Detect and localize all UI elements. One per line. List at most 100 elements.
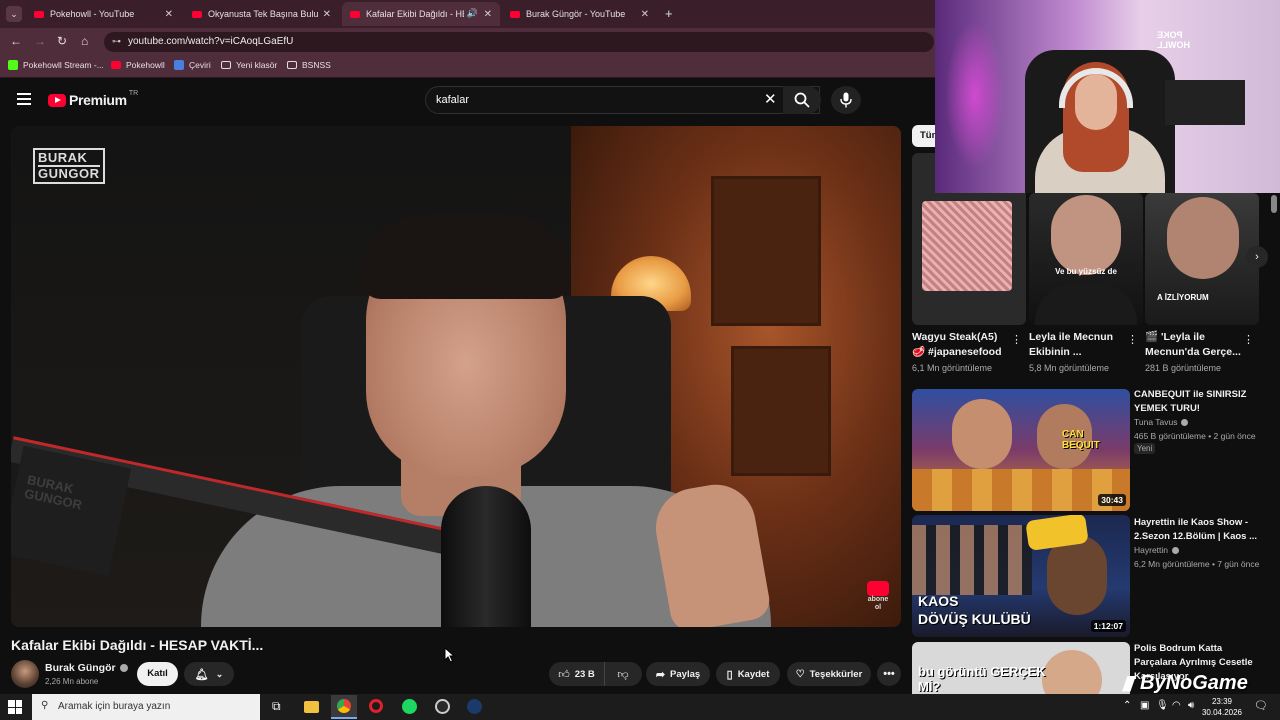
region-code: TR [128,89,139,97]
reload-icon[interactable]: ↻ [57,34,67,48]
search-icon [794,92,810,108]
dislike-button[interactable]: 👎︎ [607,662,639,686]
steam-icon[interactable] [467,699,482,714]
bookmark-pokehowll[interactable]: Pokehowll [111,60,165,70]
share-button[interactable]: ➦ Paylaş [646,662,710,686]
obs-icon[interactable] [435,699,450,714]
short-menu-icon[interactable]: ⋮ [1011,333,1022,346]
tab-kafalar[interactable]: Kafalar Ekibi Dağıldı - HESAP 🔊 ✕ [342,2,500,26]
save-button[interactable]: ▯ Kaydet [716,662,780,686]
shorts-next-button[interactable]: › [1246,246,1268,268]
short-title[interactable]: Wagyu Steak(A5) 🥩 #japanesefood [912,330,1012,360]
youtube-icon [867,581,889,596]
file-explorer-icon[interactable] [304,701,319,713]
close-icon[interactable]: ✕ [165,9,173,20]
microphone-tray-icon[interactable]: 🎙︎ [1156,700,1169,711]
bookmark-ceviri[interactable]: Çeviri [174,60,211,70]
close-icon[interactable]: ✕ [641,9,649,20]
thumb-person [952,399,1012,469]
notification-button[interactable]: 🔔︎ ⌄ [184,662,234,686]
video-thumbnail[interactable]: bu görüntü GERÇEK Mİ? [912,642,1130,694]
clear-search-icon[interactable]: ✕ [764,90,777,108]
bookmark-icon: ▯ [726,668,733,681]
thumb-caption: DÖVÜŞ KULÜBÜ [918,611,1031,627]
windows-taskbar: ⚲ Aramak için buraya yazın ⧉ ⌃ ▣ 🎙︎ ◠ 🔊︎… [0,694,1280,720]
home-icon[interactable]: ⌂ [81,34,88,48]
thanks-button[interactable]: ♡ Teşekkürler [787,662,871,686]
search-button[interactable] [783,86,821,114]
webcam-sign-line: POKE [1157,30,1183,40]
voice-search-button[interactable] [831,86,861,114]
new-tab-icon[interactable]: + [665,6,673,21]
clock[interactable]: 23:39 30.04.2026 [1200,696,1244,718]
youtube-icon [510,10,520,18]
webcam-sign-line: HOWLL [1157,40,1190,50]
channel-name-text: Burak Güngör [45,662,116,674]
search-input[interactable]: kafalar [425,86,820,114]
bookmark-bsnss[interactable]: BSNSS [287,60,331,70]
video-thumbnail[interactable]: KAOS DÖVÜŞ KULÜBÜ 1:12:07 [912,515,1130,637]
video-thumbnail[interactable]: CAN BEQUIT 30:43 [912,389,1130,511]
folder-icon [287,61,297,69]
short-caption: Ve bu yüzsüz de [1055,267,1117,276]
volume-icon[interactable]: 🔊︎ [1188,700,1194,711]
wifi-icon[interactable]: ◠ [1172,700,1181,711]
chevron-down-icon: ⌄ [215,668,224,679]
video-player[interactable]: BURAK GUNGOR BURAK GUNGOR abone ol [11,126,901,627]
back-icon[interactable]: ← [10,34,22,48]
start-button[interactable] [8,700,22,714]
microphone [441,486,531,627]
tray-overflow-icon[interactable]: ⌃ [1123,700,1131,711]
url-text: youtube.com/watch?v=iCAoqLGaEfU [128,36,294,47]
notifications-icon[interactable]: 🗨︎ [1254,699,1268,712]
watermark-line: BURAK [38,150,88,165]
join-label: Katıl [147,668,168,679]
opera-icon[interactable] [369,699,383,713]
close-icon[interactable]: ✕ [484,9,492,20]
task-view-icon[interactable]: ⧉ [272,699,281,714]
chrome-icon[interactable] [331,695,357,719]
channel-name[interactable]: Burak Güngör [45,662,128,674]
short-thumbnail[interactable]: Ve bu yüzsüz de [1029,193,1143,325]
channel-avatar[interactable] [11,660,39,688]
short-views: 281 B görüntüleme [1145,363,1222,373]
speaker-icon[interactable]: 🔊 [467,8,478,19]
network-icon[interactable]: ▣ [1140,700,1149,711]
more-actions-button[interactable]: ••• [877,662,901,686]
taskbar-search[interactable]: ⚲ Aramak için buraya yazın [32,694,260,720]
short-menu-icon[interactable]: ⋮ [1243,333,1254,346]
channel-name[interactable]: Hayrettin [1134,545,1168,555]
page-scrollbar[interactable] [1271,195,1277,213]
tab-list-button[interactable]: ⌄ [6,6,22,22]
thumb-caption: CAN BEQUIT [1062,429,1100,451]
microphone-icon [840,92,852,108]
short-thumbnail[interactable]: A İZLİYORUM [1145,193,1259,325]
video-title[interactable]: CANBEQUIT ile SINIRSIZ YEMEK TURU! [1134,388,1264,416]
tab-okyanusta[interactable]: Okyanusta Tek Başına Bulunan ✕ [184,2,339,26]
bookmark-pokehowll-stream[interactable]: Pokehowll Stream -... [8,60,104,70]
url-field[interactable]: ⊶ youtube.com/watch?v=iCAoqLGaEfU [104,32,934,52]
short-menu-icon[interactable]: ⋮ [1127,333,1138,346]
close-icon[interactable]: ✕ [323,9,331,20]
tab-burak[interactable]: Burak Güngör - YouTube ✕ [502,2,657,26]
short-title[interactable]: 🎬 'Leyla ile Mecnun'da Gerçe... [1145,330,1245,360]
share-icon: ➦ [655,668,666,681]
bookmark-yeni-klasor[interactable]: Yeni klasör [221,60,277,70]
spotify-icon[interactable] [402,699,417,714]
menu-icon[interactable] [17,93,31,105]
bookmark-label: Pokehowll [126,60,165,70]
youtube-icon [350,10,360,18]
like-button[interactable]: 👍︎ 23 B [549,662,605,686]
channel-name[interactable]: Tuna Tavus [1134,417,1177,427]
join-button[interactable]: Katıl [137,662,178,686]
webcam-neon [945,20,1005,170]
youtube-logo[interactable]: Premium TR [48,89,139,108]
subscribe-watermark[interactable]: abone ol [865,581,891,612]
short-title[interactable]: Leyla ile Mecnun Ekibinin ... [1029,330,1129,360]
video-title[interactable]: Hayrettin ile Kaos Show - 2.Sezon 12.Böl… [1134,516,1264,544]
channel-watermark: BURAK GUNGOR [33,148,105,184]
forward-icon[interactable]: → [34,34,46,48]
tab-pokehowll[interactable]: Pokehowll - YouTube ✕ [26,2,181,26]
thumb-crowd [912,525,1032,595]
site-info-icon[interactable]: ⊶ [112,36,121,47]
